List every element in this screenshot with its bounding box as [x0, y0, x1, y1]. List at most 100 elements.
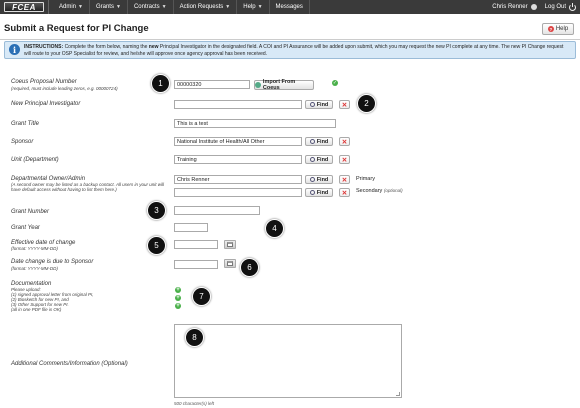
help-button[interactable]: ? Help: [542, 23, 574, 35]
owner-primary-find-button[interactable]: Find: [305, 175, 333, 184]
sponsor-clear-button[interactable]: ✕: [339, 137, 350, 146]
unit-label: Unit (Department): [11, 157, 59, 163]
sponsor-find-button[interactable]: Find: [305, 137, 333, 146]
nav-item-contracts[interactable]: Contracts ▼: [128, 0, 174, 14]
unit-clear-button[interactable]: ✕: [339, 155, 350, 164]
user-icon: [530, 4, 537, 10]
help-label: Help: [555, 26, 569, 32]
due-date-calendar-button[interactable]: [224, 259, 236, 268]
nav-item-label: Admin: [59, 4, 77, 10]
find-label: Find: [316, 189, 329, 196]
search-icon: [309, 157, 315, 162]
find-label: Find: [316, 176, 329, 183]
callout-badge-4: 4: [265, 219, 284, 238]
effective-date-input[interactable]: [174, 240, 218, 249]
due-date-hint: (format: YYYY-MM-DD): [11, 266, 58, 271]
comments-textarea[interactable]: [174, 324, 402, 398]
proposal-number-label: Coeus Proposal Number: [11, 79, 77, 85]
search-icon: [309, 177, 315, 182]
new-pi-input[interactable]: [174, 100, 302, 109]
logout-button[interactable]: Log Out: [544, 2, 576, 11]
instructions-part: Complete the form below, naming the: [64, 44, 149, 50]
owner-secondary-find-button[interactable]: Find: [305, 188, 333, 197]
chevron-down-icon: ▼: [78, 4, 83, 10]
user-name: Chris Renner: [492, 4, 528, 10]
search-icon: [309, 190, 315, 195]
close-icon: ✕: [341, 138, 348, 146]
secondary-label: Secondary (optional): [356, 188, 403, 194]
nav-item-action-requests[interactable]: Action Requests ▼: [174, 0, 238, 14]
chevron-down-icon: ▼: [161, 4, 167, 10]
callout-badge-1: 1: [151, 74, 170, 93]
new-pi-clear-button[interactable]: ✕: [339, 100, 350, 109]
import-from-coeus-button[interactable]: Import From Coeus: [254, 79, 314, 91]
instructions-banner: i INSTRUCTIONS: Complete the form below,…: [4, 41, 576, 59]
find-label: Find: [316, 101, 329, 108]
grant-number-input[interactable]: [174, 206, 260, 215]
app-logo[interactable]: FCEA: [4, 2, 44, 12]
user-menu[interactable]: Chris Renner: [492, 4, 537, 10]
calendar-icon: [227, 242, 233, 247]
calendar-icon: [227, 261, 233, 266]
resize-handle-icon[interactable]: [396, 392, 400, 396]
grant-year-input[interactable]: [174, 223, 208, 232]
grant-title-label: Grant Title: [11, 121, 39, 127]
logout-label: Log Out: [544, 4, 566, 10]
grant-year-label: Grant Year: [11, 225, 40, 231]
owner-primary-input[interactable]: Chris Renner: [174, 175, 302, 184]
nav-user-area: Chris Renner Log Out: [492, 0, 576, 14]
add-file-icon[interactable]: +: [175, 295, 181, 301]
close-icon: ✕: [341, 176, 348, 184]
add-file-icon[interactable]: +: [175, 287, 181, 293]
callout-badge-7: 7: [192, 287, 211, 306]
new-pi-find-button[interactable]: Find: [305, 100, 333, 109]
close-icon: ✕: [341, 156, 348, 164]
add-file-icon[interactable]: +: [175, 303, 181, 309]
proposal-number-input[interactable]: 00000320: [174, 80, 250, 89]
chevron-down-icon: ▼: [115, 4, 121, 10]
close-icon: ✕: [341, 189, 348, 197]
effective-date-calendar-button[interactable]: [224, 240, 236, 249]
callout-badge-2: 2: [357, 94, 376, 113]
top-nav-bar: FCEA Admin ▼ Grants ▼ Contracts ▼ Action Re…: [0, 0, 580, 14]
nav-item-label: Messages: [275, 4, 303, 10]
documentation-hint: (all in one PDF file is OK): [11, 307, 62, 312]
callout-badge-3: 3: [147, 201, 166, 220]
nav-item-grants[interactable]: Grants ▼: [90, 0, 128, 14]
search-icon: [309, 139, 315, 144]
grant-title-input[interactable]: This is a test: [174, 119, 336, 128]
find-label: Find: [316, 156, 329, 163]
secondary-label-text: Secondary: [356, 188, 383, 194]
callout-badge-8: 8: [185, 328, 204, 347]
chars-left-counter: 500 character(s) left: [174, 401, 215, 406]
new-pi-label: New Principal Investigator: [11, 101, 81, 107]
chevron-down-icon: ▼: [257, 4, 263, 10]
find-label: Find: [316, 138, 329, 145]
nav-divider: [48, 0, 49, 14]
primary-label: Primary: [356, 176, 375, 182]
owner-secondary-input[interactable]: [174, 188, 302, 197]
grant-number-label: Grant Number: [11, 209, 50, 215]
comments-label: Additional Comments/Information (Optiona…: [11, 361, 128, 367]
import-label: Import From Coeus: [262, 79, 296, 91]
unit-input[interactable]: Training: [174, 155, 302, 164]
nav-item-messages[interactable]: Messages: [270, 0, 310, 14]
proposal-number-hint: (required, must include leading zeros, e…: [11, 86, 118, 91]
owner-primary-clear-button[interactable]: ✕: [339, 175, 350, 184]
instructions-text: INSTRUCTIONS: Complete the form below, n…: [24, 44, 571, 57]
nav-item-admin[interactable]: Admin ▼: [53, 0, 90, 14]
sponsor-label: Sponsor: [11, 139, 34, 145]
info-icon: i: [9, 44, 20, 55]
help-icon: ?: [547, 26, 554, 32]
check-icon: ✓: [332, 80, 338, 86]
callout-badge-5: 5: [147, 236, 166, 255]
sponsor-input[interactable]: National Institute of Health/All Other: [174, 137, 302, 146]
due-date-label: Date change is due to Sponsor: [11, 259, 94, 265]
unit-find-button[interactable]: Find: [305, 155, 333, 164]
nav-item-label: Help: [243, 4, 256, 10]
nav-item-label: Contracts: [133, 4, 160, 10]
owner-secondary-clear-button[interactable]: ✕: [339, 188, 350, 197]
owner-admin-hint: (A second owner may be listed as a backu…: [11, 182, 164, 192]
due-date-input[interactable]: [174, 260, 218, 269]
nav-item-help[interactable]: Help ▼: [237, 0, 270, 14]
